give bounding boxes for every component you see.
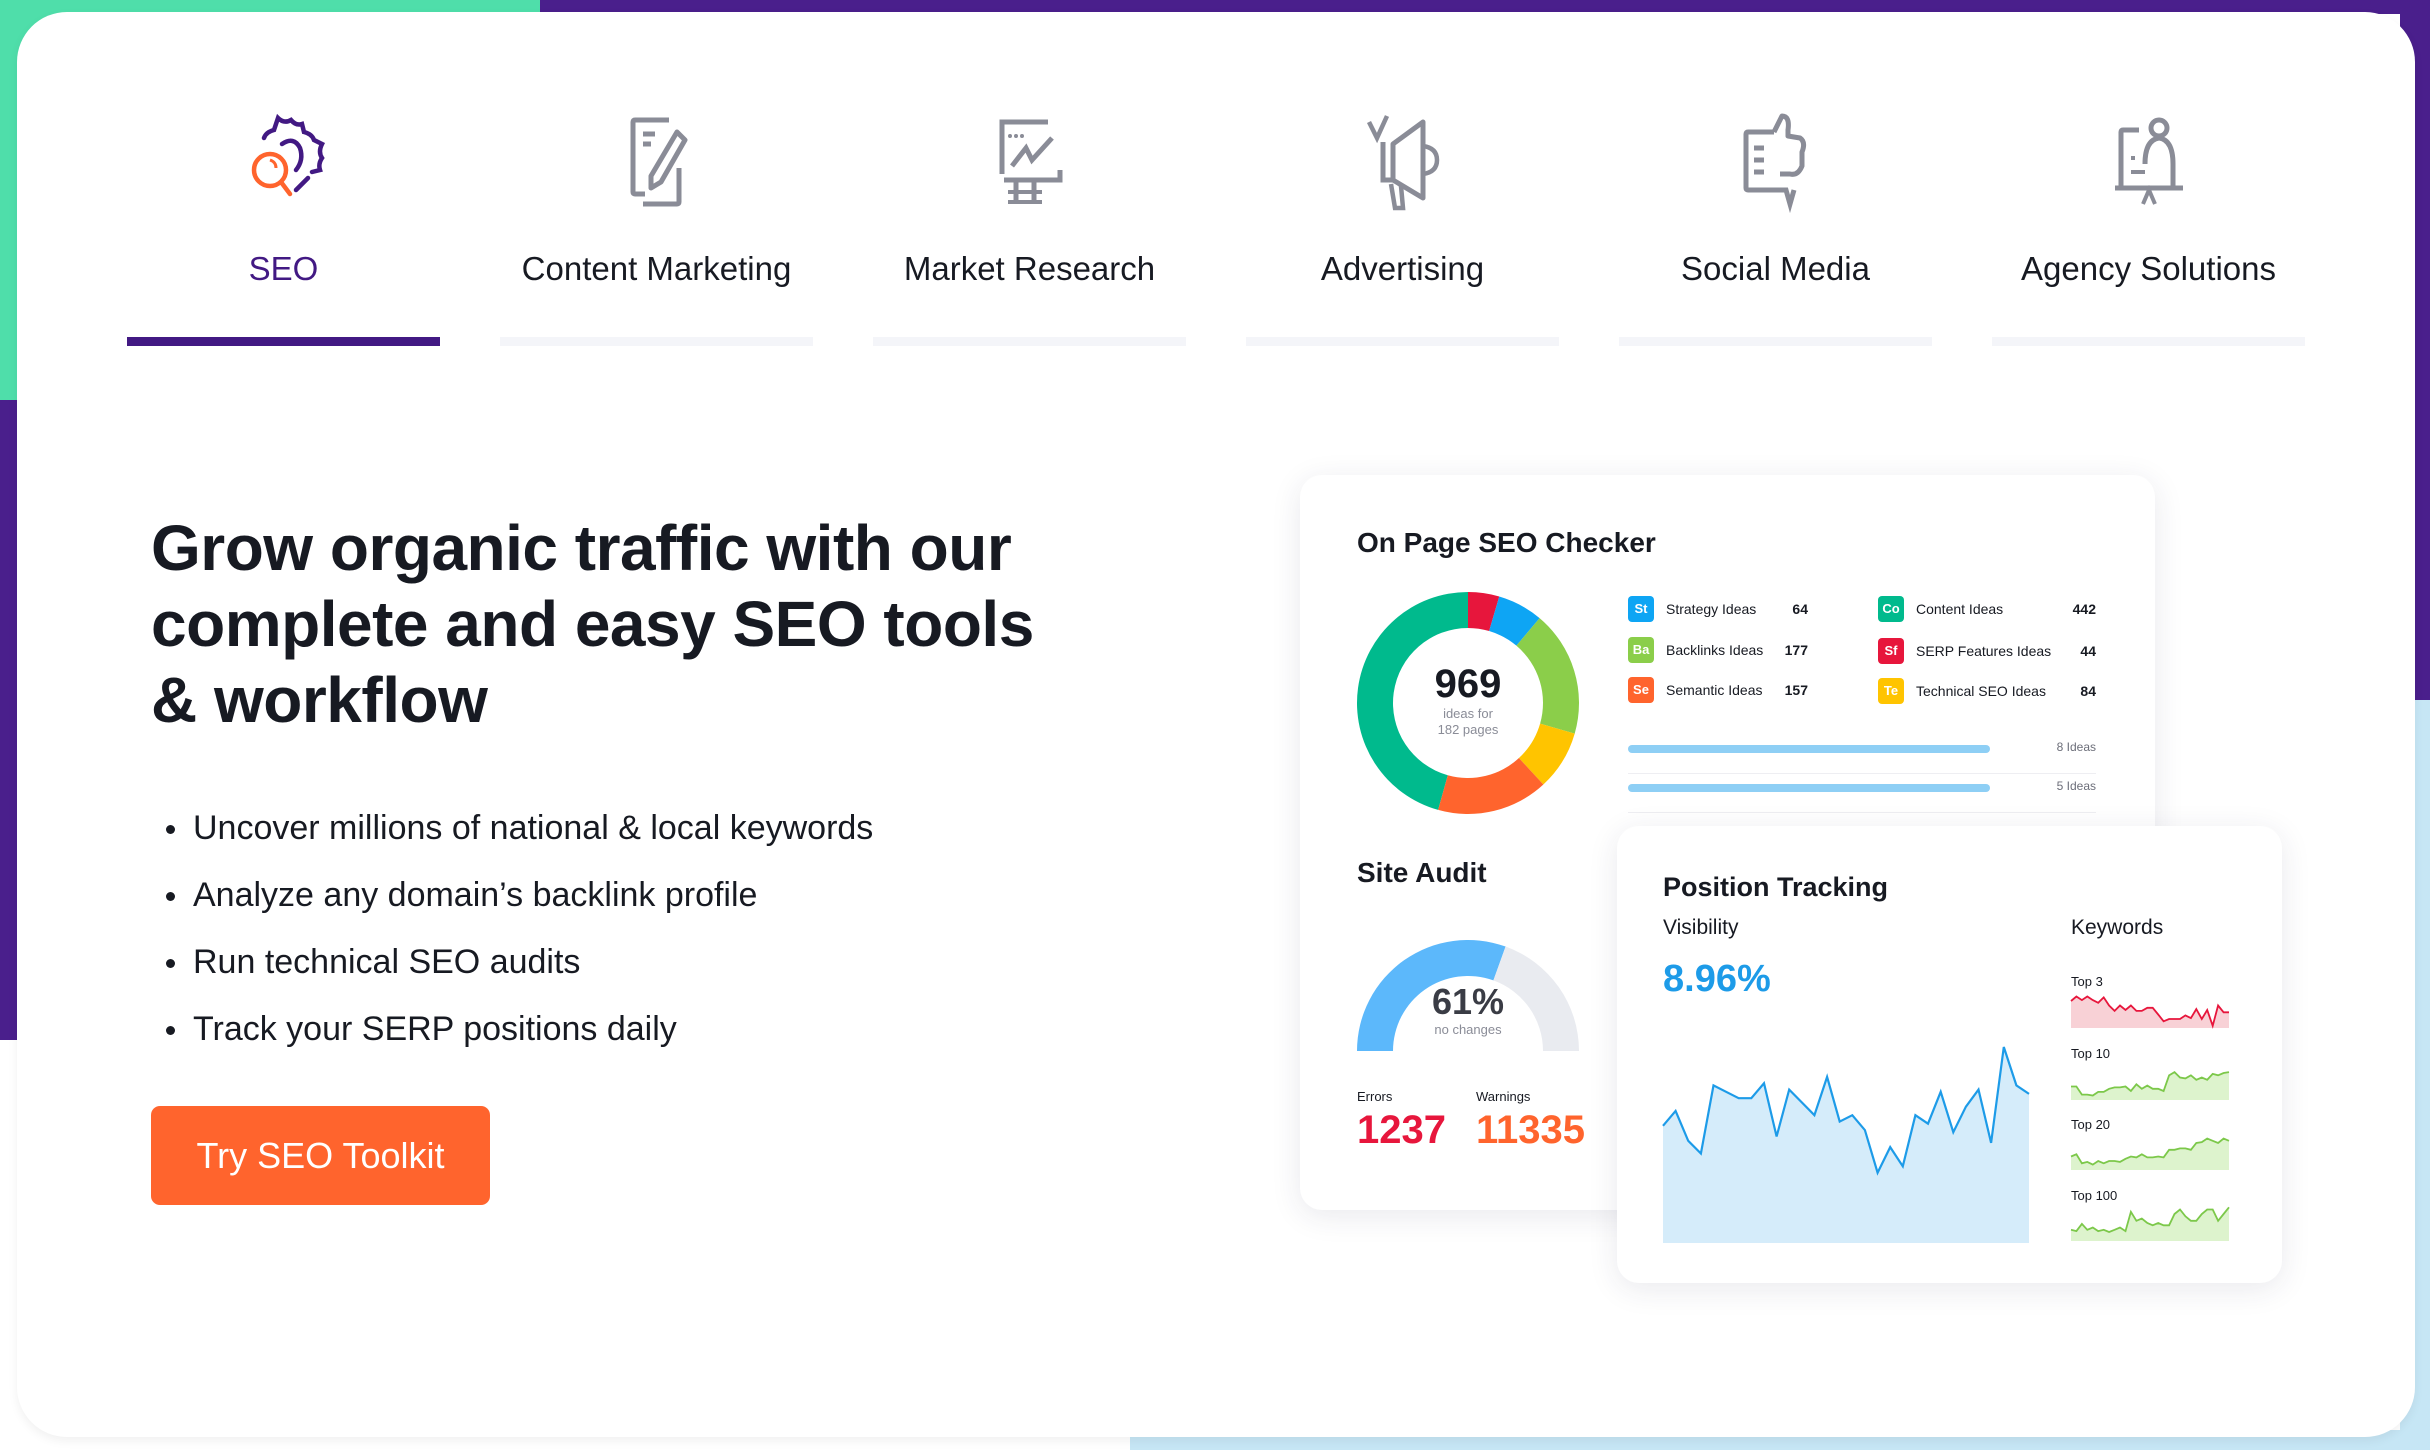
warnings-value: 11335 — [1476, 1108, 1586, 1152]
visibility-label: Visibility — [1663, 916, 1739, 939]
ideas-caption-1: ideas for — [1443, 706, 1493, 721]
tab-label: SEO — [248, 250, 319, 287]
seo-gear-magnifier-icon — [251, 113, 325, 197]
legend-badge: Ba — [1628, 637, 1654, 663]
tab-indicator — [500, 337, 813, 346]
ideas-bar-label: 8 Ideas — [2056, 740, 2096, 754]
ideas-bar-row: 8 Ideas — [1628, 733, 2096, 774]
tab-label: Market Research — [903, 250, 1156, 287]
sparkline-area — [2071, 1138, 2229, 1170]
keywords-label: Keywords — [2071, 916, 2164, 939]
tab-advertising[interactable]: Advertising — [1246, 0, 1559, 350]
legend-badge: Sf — [1878, 638, 1904, 664]
tab-indicator — [1992, 337, 2305, 346]
legend-name: Backlinks Ideas — [1666, 642, 1764, 658]
audit-percent: 61% — [1431, 981, 1505, 1022]
keyword-row-label: Top 10 — [2071, 1046, 2111, 1061]
legend-badge: Se — [1628, 677, 1654, 703]
legend-name: Strategy Ideas — [1666, 601, 1757, 617]
ideas-bar-row: 5 Ideas — [1628, 772, 2096, 813]
megaphone-icon — [1366, 115, 1439, 211]
position-tracking-title: Position Tracking — [1663, 872, 1889, 902]
ideas-bar-fill — [1628, 745, 1990, 753]
legend-badge: St — [1628, 596, 1654, 622]
donut-center: 969 ideas for 182 pages — [1398, 662, 1538, 738]
presentation-person-icon — [2114, 117, 2183, 205]
tab-label: Advertising — [1320, 250, 1485, 287]
document-pencil-icon — [630, 117, 687, 207]
try-seo-toolkit-button[interactable]: Try SEO Toolkit — [151, 1106, 490, 1205]
legend-value: 157 — [1784, 682, 1808, 698]
feature-item: Track your SERP positions daily — [160, 996, 873, 1063]
site-audit-title: Site Audit — [1357, 857, 1487, 888]
errors-label: Errors — [1357, 1089, 1393, 1104]
tab-label: Content Marketing — [521, 250, 792, 287]
legend-badge: Co — [1878, 596, 1904, 622]
tab-label: Agency Solutions — [2021, 250, 2276, 287]
legend-name: Content Ideas — [1916, 601, 2004, 617]
feature-list: Uncover millions of national & local key… — [160, 795, 873, 1063]
sparkline-area — [2071, 1072, 2229, 1100]
legend-name: SERP Features Ideas — [1916, 643, 2052, 659]
thumbs-up-chat-icon — [1743, 113, 1806, 214]
visibility-value: 8.96% — [1663, 958, 1771, 1000]
legend-value: 177 — [1784, 642, 1808, 658]
feature-item: Uncover millions of national & local key… — [160, 795, 873, 862]
top-100-sparkline — [2070, 1206, 2230, 1241]
gauge-center: 61% no changes — [1398, 981, 1538, 1038]
top-10-sparkline — [2071, 1070, 2230, 1100]
tab-content-marketing[interactable]: Content Marketing — [500, 0, 813, 350]
tab-seo[interactable]: SEO — [127, 0, 440, 350]
errors-value: 1237 — [1357, 1108, 1446, 1152]
keyword-row-label: Top 3 — [2071, 974, 2103, 989]
tab-indicator — [127, 337, 440, 346]
legend-value: 44 — [2080, 643, 2096, 659]
top-3-sparkline — [2070, 995, 2229, 1029]
legend-value: 64 — [1792, 601, 1808, 617]
audit-caption: no changes — [1434, 1022, 1502, 1037]
top-20-sparkline — [2070, 1137, 2230, 1170]
visibility-area-chart — [1662, 1046, 2030, 1243]
tab-agency-solutions[interactable]: Agency Solutions — [1992, 0, 2305, 350]
tab-market-research[interactable]: Market Research — [873, 0, 1186, 350]
ideas-total: 969 — [1434, 662, 1502, 706]
ideas-bar-fill — [1628, 784, 1990, 792]
legend-name: Technical SEO Ideas — [1916, 683, 2046, 699]
feature-item: Run technical SEO audits — [160, 929, 873, 996]
visibility-area — [1663, 1047, 2029, 1243]
legend-value: 84 — [2080, 683, 2096, 699]
feature-item: Analyze any domain’s backlink profile — [160, 862, 873, 929]
tab-indicator — [873, 337, 1186, 346]
tab-indicator — [1619, 337, 1932, 346]
tab-indicator — [1246, 337, 1559, 346]
on-page-checker-title: On Page SEO Checker — [1357, 527, 1656, 558]
keyword-row-label: Top 100 — [2071, 1188, 2118, 1203]
legend-value: 442 — [2072, 601, 2096, 617]
ideas-caption-2: 182 pages — [1437, 722, 1499, 737]
product-tabs: SEO Content Marketing Market Research Ad… — [127, 0, 2307, 350]
tab-label: Social Media — [1681, 250, 1870, 287]
legend-name: Semantic Ideas — [1666, 682, 1763, 698]
legend-badge: Te — [1878, 678, 1904, 704]
keyword-row-label: Top 20 — [2071, 1117, 2111, 1132]
tab-social-media[interactable]: Social Media — [1619, 0, 1932, 350]
ideas-bar-label: 5 Ideas — [2056, 779, 2096, 793]
warnings-label: Warnings — [1476, 1089, 1531, 1104]
monitor-chart-icon — [999, 119, 1062, 204]
hero-headline: Grow organic traffic with our complete a… — [151, 512, 1034, 736]
